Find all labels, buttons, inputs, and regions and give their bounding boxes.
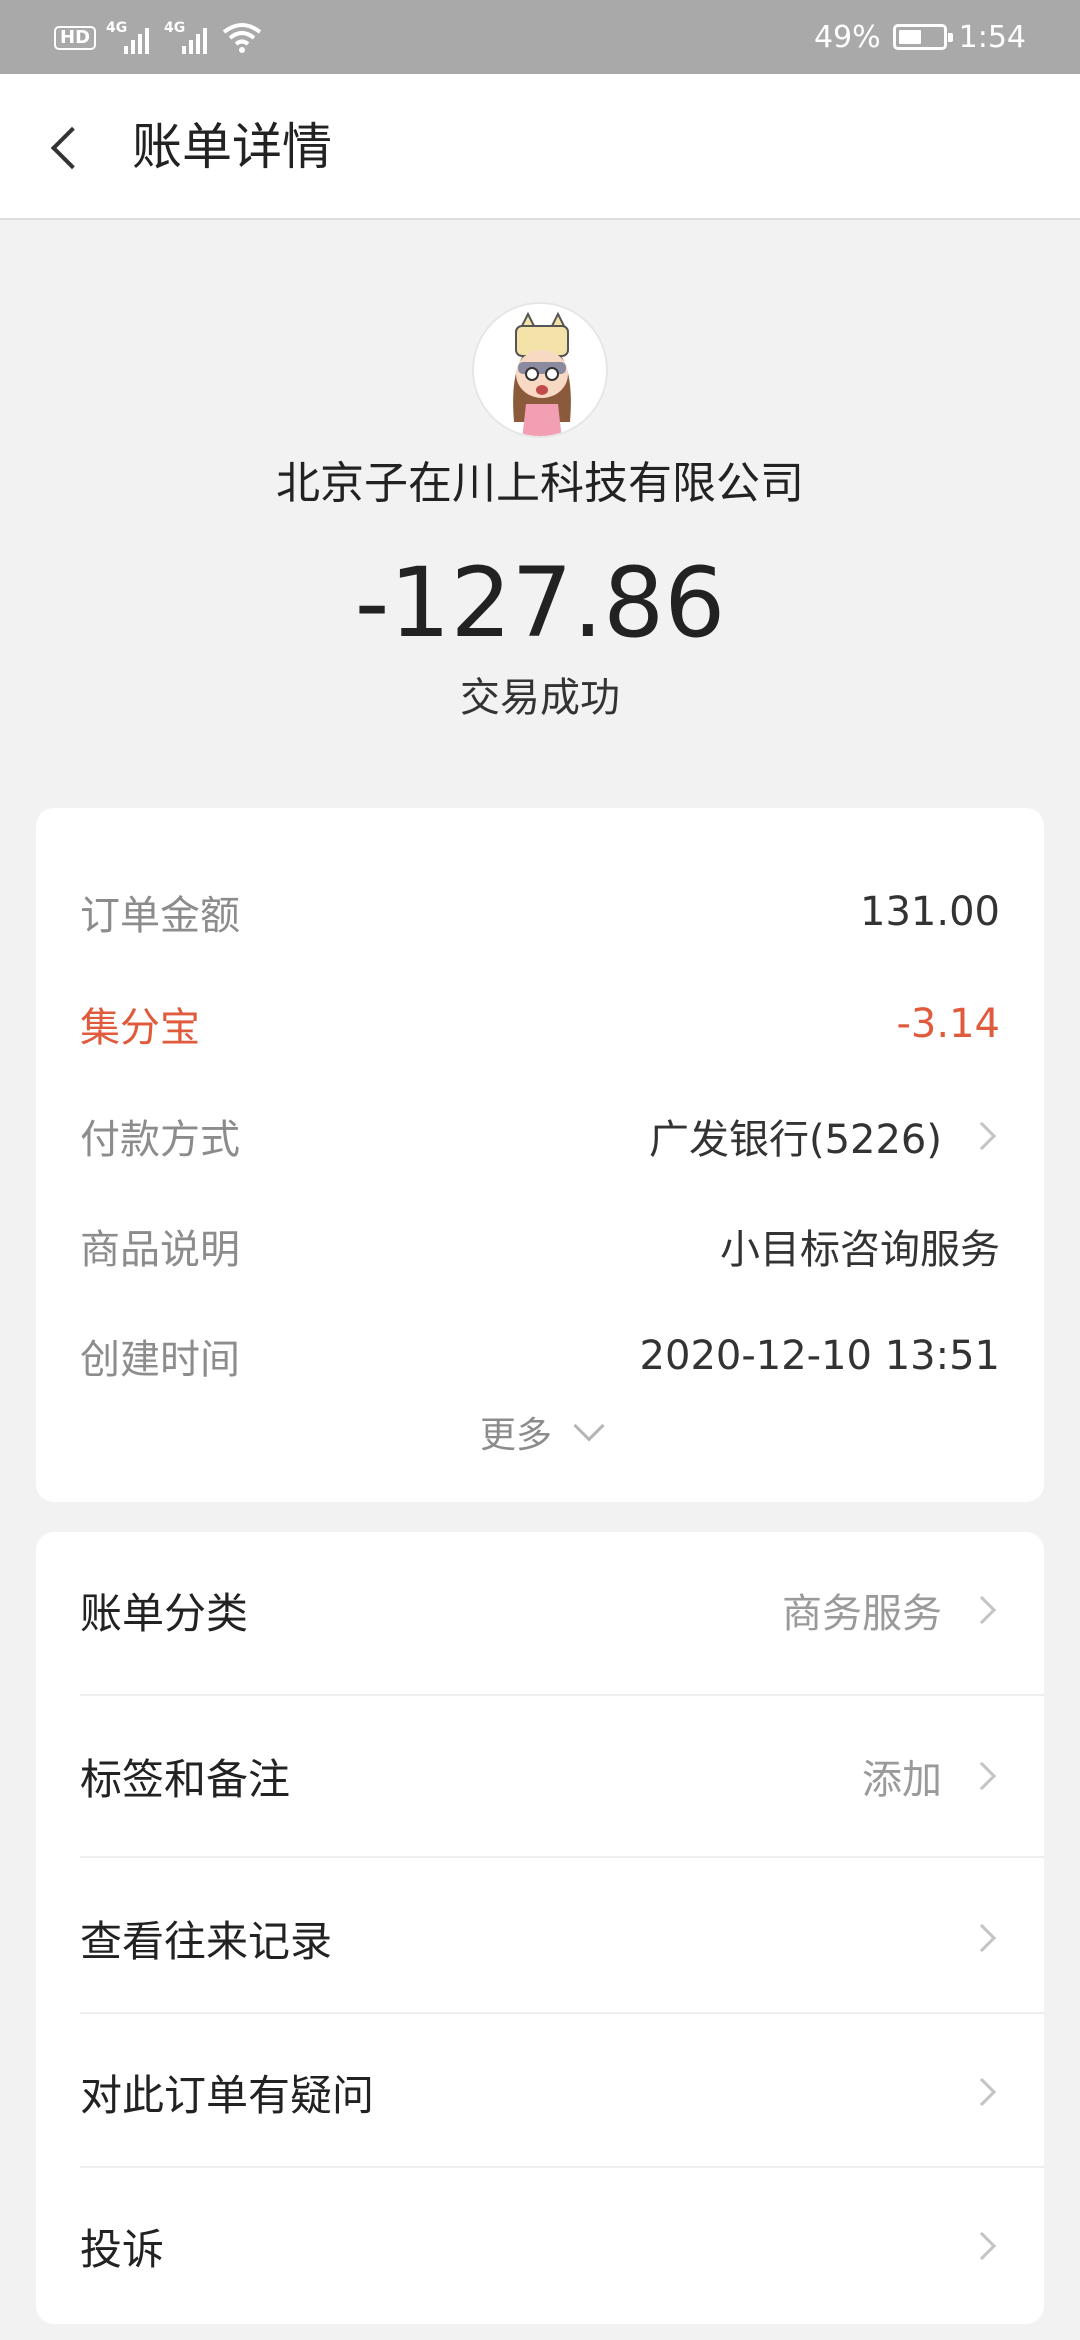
order-amount-row: 订单金额 131.00	[80, 882, 1000, 942]
chevron-right-icon	[967, 1923, 997, 1953]
product-value: 小目标咨询服务	[720, 1227, 1000, 1273]
divider	[80, 1694, 1044, 1696]
created-time-row: 创建时间 2020-12-10 13:51	[80, 1326, 1000, 1386]
transaction-status: 交易成功	[460, 675, 620, 721]
hd-icon: HD	[54, 26, 97, 50]
battery-percent: 49%	[813, 19, 881, 55]
created-time-label: 创建时间	[80, 1337, 240, 1383]
actions-card: 账单分类 商务服务 标签和备注 添加 查看往来记录 对此订单有疑问 投诉	[36, 1532, 1044, 2324]
jifenbao-row: 集分宝 -3.14	[80, 994, 1000, 1054]
merchant-avatar	[472, 302, 608, 438]
bill-category-value: 商务服务	[782, 1591, 942, 1637]
tags-notes-value: 添加	[862, 1757, 942, 1803]
jifenbao-value: -3.14	[896, 1001, 1001, 1047]
page-title: 账单详情	[132, 118, 332, 176]
product-row: 商品说明 小目标咨询服务	[80, 1216, 1000, 1276]
jifenbao-label: 集分宝	[80, 1005, 200, 1051]
signal-icon-sim1: 4G	[106, 20, 154, 56]
product-label: 商品说明	[80, 1227, 240, 1273]
payment-method-label: 付款方式	[80, 1117, 240, 1163]
chevron-right-icon	[967, 1121, 997, 1151]
more-button[interactable]: 更多	[36, 1404, 1044, 1460]
chevron-right-icon	[967, 1595, 997, 1625]
divider	[80, 1856, 1044, 1858]
status-right: 49% 1:54	[814, 16, 1026, 58]
question-row[interactable]: 对此订单有疑问	[80, 2014, 1000, 2170]
order-amount-value: 131.00	[860, 889, 1000, 935]
battery-icon	[892, 24, 953, 50]
payment-method-row[interactable]: 付款方式 广发银行(5226)	[80, 1106, 1000, 1166]
question-label: 对此订单有疑问	[80, 2070, 375, 2120]
cartoon-girl-icon	[474, 304, 606, 436]
bill-category-row[interactable]: 账单分类 商务服务	[80, 1532, 1000, 1688]
transaction-amount: -127.86	[354, 547, 726, 659]
order-amount-label: 订单金额	[80, 893, 240, 939]
history-label: 查看往来记录	[80, 1916, 333, 1966]
chevron-right-icon	[967, 2077, 997, 2107]
clock: 1:54	[958, 19, 1026, 55]
back-button[interactable]	[30, 112, 102, 184]
complain-row[interactable]: 投诉	[80, 2168, 1000, 2324]
more-label: 更多	[479, 1415, 552, 1456]
signal-icon-sim2: 4G	[164, 20, 212, 56]
created-time-value: 2020-12-10 13:51	[639, 1333, 1000, 1379]
chevron-right-icon	[967, 2231, 997, 2261]
status-bar: HD 4G 4G 49% 1:54	[0, 0, 1080, 74]
payment-method-value: 广发银行(5226)	[648, 1117, 942, 1163]
history-row[interactable]: 查看往来记录	[80, 1860, 1000, 2016]
tags-notes-row[interactable]: 标签和备注 添加	[80, 1698, 1000, 1854]
merchant-name: 北京子在川上科技有限公司	[276, 458, 804, 509]
details-card: 订单金额 131.00 集分宝 -3.14 付款方式 广发银行(5226) 商品…	[36, 808, 1044, 1502]
wifi-icon	[222, 23, 262, 53]
status-left: HD 4G 4G	[54, 18, 262, 58]
back-arrow-icon	[50, 126, 94, 170]
complain-label: 投诉	[80, 2224, 165, 2274]
bill-category-label: 账单分类	[80, 1588, 249, 1638]
chevron-right-icon	[967, 1761, 997, 1791]
app-header: 账单详情	[0, 74, 1080, 220]
chevron-down-icon	[573, 1410, 605, 1442]
tags-notes-label: 标签和备注	[80, 1754, 291, 1804]
